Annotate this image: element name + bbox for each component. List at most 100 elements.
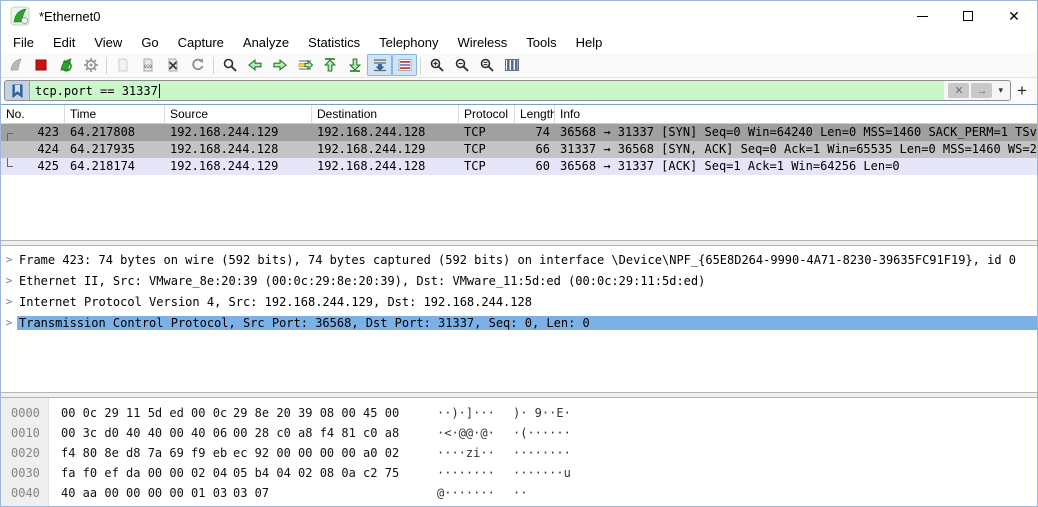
hex-ascii: ·<·@@·@· <box>437 426 503 440</box>
packet-row-423[interactable]: 423 64.217808 192.168.244.129 192.168.24… <box>1 124 1037 141</box>
detail-row-ethernet[interactable]: > Ethernet II, Src: VMware_8e:20:39 (00:… <box>1 270 1037 291</box>
start-capture-button[interactable] <box>3 54 28 76</box>
zoom-in-button[interactable] <box>424 54 449 76</box>
close-icon: ✕ <box>1008 9 1020 23</box>
filter-clear-button[interactable]: ✕ <box>948 83 969 98</box>
open-file-button[interactable] <box>110 54 135 76</box>
column-header-protocol[interactable]: Protocol <box>459 105 515 123</box>
arrow-top-icon <box>322 57 338 73</box>
menu-analyze[interactable]: Analyze <box>235 33 297 52</box>
document-close-icon <box>165 57 181 73</box>
toolbar-separator <box>213 57 214 74</box>
detail-row-ip[interactable]: > Internet Protocol Version 4, Src: 192.… <box>1 291 1037 312</box>
menu-file[interactable]: File <box>5 33 42 52</box>
maximize-button[interactable] <box>945 1 991 31</box>
stop-capture-button[interactable] <box>28 54 53 76</box>
filter-bookmark-button[interactable] <box>5 81 30 100</box>
hex-row[interactable]: 0010 00 3c d0 40 40 00 40 06 00 28 c0 a8… <box>1 423 1037 443</box>
find-packet-button[interactable] <box>217 54 242 76</box>
hex-offset: 0040 <box>1 486 49 500</box>
resize-columns-button[interactable] <box>499 54 524 76</box>
hex-ascii: @······· <box>437 486 503 500</box>
toolbar-separator <box>420 57 421 74</box>
column-header-no[interactable]: No. <box>1 105 65 123</box>
arrow-bottom-icon <box>347 57 363 73</box>
conversation-bracket-last <box>7 158 13 167</box>
save-file-button[interactable]: 010 <box>135 54 160 76</box>
packet-destination: 192.168.244.128 <box>312 158 459 175</box>
reload-file-button[interactable] <box>185 54 210 76</box>
packet-list-header: No. Time Source Destination Protocol Len… <box>1 105 1037 124</box>
arrow-left-icon <box>247 57 263 73</box>
hex-row[interactable]: 0000 00 0c 29 11 5d ed 00 0c 29 8e 20 39… <box>1 403 1037 423</box>
go-to-packet-button[interactable] <box>292 54 317 76</box>
menu-wireless[interactable]: Wireless <box>449 33 515 52</box>
filter-dropdown-button[interactable]: ▾ <box>992 85 1007 96</box>
filter-buttons: ✕ → ▾ <box>944 81 1010 100</box>
column-header-source[interactable]: Source <box>165 105 312 123</box>
zoom-out-icon <box>454 57 470 73</box>
menu-tools[interactable]: Tools <box>518 33 564 52</box>
hex-bytes: f4 80 8e d8 7a 69 f9 eb <box>61 446 233 460</box>
minimize-button[interactable] <box>899 1 945 31</box>
detail-row-tcp-selected[interactable]: > Transmission Control Protocol, Src Por… <box>1 312 1037 333</box>
filter-apply-button[interactable]: → <box>971 83 992 98</box>
chevron-right-icon[interactable]: > <box>1 316 17 329</box>
packet-source: 192.168.244.128 <box>165 141 312 158</box>
hex-ascii: ········ <box>437 466 503 480</box>
go-last-packet-button[interactable] <box>342 54 367 76</box>
capture-options-button[interactable] <box>78 54 103 76</box>
hex-bytes: fa f0 ef da 00 00 02 04 <box>61 466 233 480</box>
menu-help[interactable]: Help <box>568 33 611 52</box>
column-header-length[interactable]: Length <box>515 105 555 123</box>
chevron-right-icon[interactable]: > <box>1 274 17 287</box>
menu-capture[interactable]: Capture <box>170 33 232 52</box>
menu-view[interactable]: View <box>86 33 130 52</box>
hex-offset: 0020 <box>1 446 49 460</box>
hex-row[interactable]: 0030 fa f0 ef da 00 00 02 04 05 b4 04 02… <box>1 463 1037 483</box>
auto-scroll-toggle[interactable] <box>367 54 392 76</box>
stop-icon <box>33 57 49 73</box>
close-button[interactable]: ✕ <box>991 1 1037 31</box>
chevron-right-icon[interactable]: > <box>1 295 17 308</box>
zoom-normal-button[interactable] <box>474 54 499 76</box>
column-header-destination[interactable]: Destination <box>312 105 459 123</box>
go-back-button[interactable] <box>242 54 267 76</box>
filter-text: tcp.port == 31337 <box>35 84 158 98</box>
colorize-toggle[interactable] <box>392 54 417 76</box>
menu-go[interactable]: Go <box>133 33 166 52</box>
go-forward-button[interactable] <box>267 54 292 76</box>
hex-bytes: 00 3c d0 40 40 00 40 06 <box>61 426 233 440</box>
column-header-time[interactable]: Time <box>65 105 165 123</box>
zoom-in-icon <box>429 57 445 73</box>
menu-bar: File Edit View Go Capture Analyze Statis… <box>1 31 1037 53</box>
chevron-right-icon[interactable]: > <box>1 253 17 266</box>
detail-row-frame[interactable]: > Frame 423: 74 bytes on wire (592 bits)… <box>1 249 1037 270</box>
filter-add-button[interactable]: + <box>1011 81 1033 101</box>
packet-row-425[interactable]: 425 64.218174 192.168.244.129 192.168.24… <box>1 158 1037 175</box>
close-file-button[interactable] <box>160 54 185 76</box>
resize-columns-icon <box>504 57 520 73</box>
menu-statistics[interactable]: Statistics <box>300 33 368 52</box>
column-header-info[interactable]: Info <box>555 105 1037 123</box>
packet-length: 66 <box>515 141 555 158</box>
search-icon <box>222 57 238 73</box>
packet-source: 192.168.244.129 <box>165 124 312 141</box>
packet-row-424[interactable]: 424 64.217935 192.168.244.128 192.168.24… <box>1 141 1037 158</box>
hex-row[interactable]: 0020 f4 80 8e d8 7a 69 f9 eb ec 92 00 00… <box>1 443 1037 463</box>
go-first-packet-button[interactable] <box>317 54 342 76</box>
hex-bytes: 29 8e 20 39 08 00 45 00 <box>233 406 405 420</box>
wireshark-fin-icon <box>10 6 30 26</box>
restart-capture-button[interactable] <box>53 54 78 76</box>
menu-telephony[interactable]: Telephony <box>371 33 446 52</box>
hex-ascii: ········ <box>513 446 571 460</box>
display-filter-input[interactable]: tcp.port == 31337 <box>30 81 944 100</box>
svg-text:010: 010 <box>144 64 152 69</box>
packet-time: 64.217808 <box>65 124 165 141</box>
menu-edit[interactable]: Edit <box>45 33 83 52</box>
hex-row[interactable]: 0040 40 aa 00 00 00 00 01 03 03 07 @····… <box>1 483 1037 503</box>
zoom-out-button[interactable] <box>449 54 474 76</box>
restart-fin-icon <box>58 57 74 73</box>
packet-length: 74 <box>515 124 555 141</box>
packet-no: 425 <box>37 159 59 173</box>
